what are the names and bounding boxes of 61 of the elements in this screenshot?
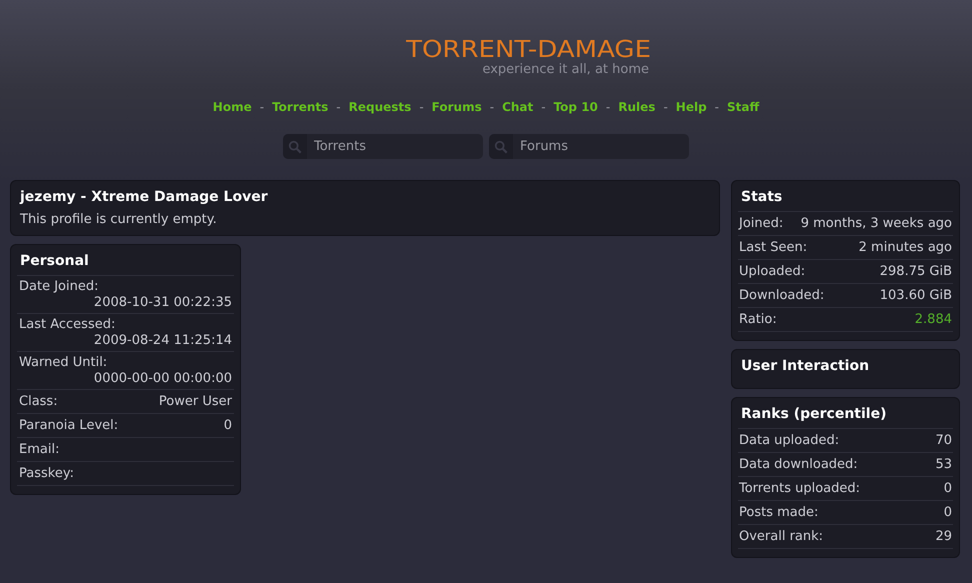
stat-label: Ratio: bbox=[739, 311, 777, 328]
nav-separator: - bbox=[663, 100, 668, 114]
search-icon bbox=[494, 140, 508, 154]
panel-title: Ranks (percentile) bbox=[738, 398, 953, 429]
panel-title: Personal bbox=[17, 245, 234, 276]
nav-link[interactable]: Requests bbox=[348, 100, 412, 114]
stat-value: 298.75 GiB bbox=[880, 263, 952, 280]
field-value: 0 bbox=[224, 417, 232, 434]
nav-link[interactable]: Help bbox=[676, 100, 707, 114]
nav-link[interactable]: Torrents bbox=[272, 100, 328, 114]
nav-separator: - bbox=[541, 100, 546, 114]
nav-link[interactable]: Chat bbox=[502, 100, 534, 114]
field-label: Email: bbox=[19, 441, 60, 458]
rank-label: Posts made: bbox=[739, 504, 818, 521]
stat-label: Joined: bbox=[739, 215, 784, 232]
stat-label: Uploaded: bbox=[739, 263, 806, 280]
field-label: Class: bbox=[19, 393, 58, 410]
nav-link[interactable]: Top 10 bbox=[554, 100, 598, 114]
stat-label: Last Seen: bbox=[739, 239, 808, 256]
stat-value: 9 months, 3 weeks ago bbox=[800, 215, 952, 232]
search-field[interactable]: Forums bbox=[513, 134, 689, 159]
rank-label: Data uploaded: bbox=[739, 432, 840, 449]
site-logo[interactable]: TORRENT-DAMAGE bbox=[406, 37, 651, 63]
search-icon bbox=[288, 140, 302, 154]
field-label: Last Accessed: bbox=[19, 317, 116, 333]
rank-value: 0 bbox=[944, 480, 952, 497]
rank-label: Torrents uploaded: bbox=[739, 480, 860, 497]
nav-separator: - bbox=[490, 100, 494, 114]
field-value: 2008-10-31 00:22:35 bbox=[94, 295, 232, 311]
panel-title: User Interaction bbox=[740, 357, 870, 376]
search-field[interactable]: Torrents bbox=[307, 134, 483, 159]
profile-text: This profile is currently empty. bbox=[19, 211, 218, 227]
tagline: experience it all, at home bbox=[482, 64, 649, 76]
stat-value: 103.60 GiB bbox=[880, 287, 952, 304]
nav-separator: - bbox=[336, 100, 341, 114]
nav-link[interactable]: Forums bbox=[432, 100, 482, 114]
stat-value: 2 minutes ago bbox=[858, 239, 952, 256]
nav-link[interactable]: Home bbox=[212, 100, 252, 114]
nav-link[interactable]: Rules bbox=[618, 100, 656, 114]
nav-separator: - bbox=[419, 100, 424, 114]
stat-value: 2.884 bbox=[914, 311, 952, 328]
rank-value: 0 bbox=[944, 504, 952, 521]
rank-label: Data downloaded: bbox=[739, 456, 858, 473]
rank-value: 29 bbox=[935, 528, 952, 545]
stat-label: Downloaded: bbox=[739, 287, 824, 304]
field-value: 0000-00-00 00:00:00 bbox=[94, 371, 232, 387]
rank-label: Overall rank: bbox=[739, 528, 824, 545]
field-label: Paranoia Level: bbox=[19, 417, 118, 434]
field-label: Date Joined: bbox=[19, 279, 100, 295]
nav-link[interactable]: Staff bbox=[727, 100, 760, 114]
rank-value: 70 bbox=[935, 432, 952, 449]
nav-separator: - bbox=[714, 100, 720, 114]
field-label: Warned Until: bbox=[19, 355, 108, 371]
nav-separator: - bbox=[606, 100, 610, 114]
panel-title: jezemy - Xtreme Damage Lover bbox=[18, 188, 269, 207]
nav-separator: - bbox=[260, 100, 264, 114]
field-value: Power User bbox=[158, 393, 232, 410]
field-label: Passkey: bbox=[19, 465, 74, 482]
field-value: 2009-08-24 11:25:14 bbox=[94, 333, 232, 349]
panel-title: Stats bbox=[738, 181, 953, 212]
rank-value: 53 bbox=[935, 456, 952, 473]
